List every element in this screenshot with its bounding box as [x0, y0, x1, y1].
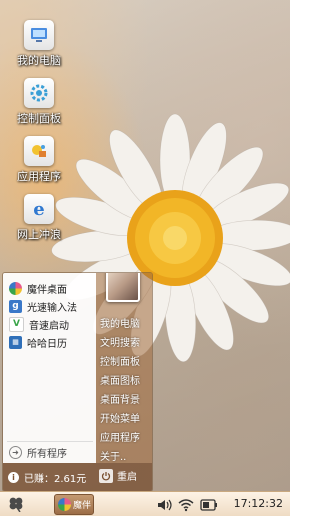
taskbar-item-label: 魔伴 — [73, 501, 92, 511]
menu-divider — [7, 441, 93, 442]
desktop-icon-my-computer[interactable]: 我的电脑 — [7, 20, 71, 68]
menu-item-search[interactable]: 文明搜索 — [100, 334, 140, 349]
program-label: 哈哈日历 — [27, 338, 67, 350]
all-programs-label: 所有程序 — [27, 449, 67, 460]
desktop-icon-control-panel[interactable]: 控制面板 — [7, 78, 71, 126]
magic-desktop-icon — [58, 498, 71, 511]
taskbar: 魔伴 17:12:32 — [0, 491, 290, 516]
volume-icon[interactable] — [157, 497, 173, 516]
desktop-icon-label: 我的电脑 — [17, 54, 61, 67]
applications-icon — [24, 136, 54, 166]
internet-browser-icon: e — [24, 194, 54, 224]
menu-item-desktop-icons[interactable]: 桌面图标 — [100, 372, 140, 387]
restart-label: 重启 — [117, 472, 137, 483]
start-menu-programs-panel: 魔伴桌面 g 光速输入法 V 音速启动 ▦ 哈哈日历 ➜ 所有程序 — [3, 273, 96, 463]
desktop-icon-label: 应用程序 — [17, 170, 61, 183]
magic-desktop-icon — [9, 281, 22, 295]
restart-button[interactable]: 重启 — [99, 468, 137, 483]
program-label: 魔伴桌面 — [27, 284, 67, 296]
taskbar-item-magic-desktop[interactable]: 魔伴 — [54, 494, 94, 515]
program-item-launcher[interactable]: V 音速启动 — [9, 316, 69, 332]
start-button[interactable] — [7, 496, 25, 513]
program-label: 光速输入法 — [27, 302, 77, 314]
desktop-icon-applications[interactable]: 应用程序 — [7, 136, 71, 184]
my-computer-icon — [24, 20, 54, 50]
desktop-icon-label: 控制面板 — [17, 112, 61, 125]
desktop-icon-internet[interactable]: e 网上冲浪 — [7, 194, 71, 242]
launcher-icon: V — [9, 316, 24, 332]
menu-item-applications[interactable]: 应用程序 — [100, 429, 140, 444]
battery-icon[interactable] — [200, 497, 218, 516]
program-item-input-method[interactable]: g 光速输入法 — [9, 298, 77, 314]
earnings-text: 已赚：2.61元 — [24, 474, 87, 485]
program-item-magic-desktop[interactable]: 魔伴桌面 — [9, 280, 67, 296]
info-icon: i — [8, 472, 19, 483]
arrow-right-icon: ➜ — [9, 446, 22, 459]
all-programs-button[interactable]: ➜ 所有程序 — [9, 445, 67, 460]
menu-item-start-menu[interactable]: 开始菜单 — [100, 410, 140, 425]
power-icon — [99, 468, 113, 483]
desktop-icon-label: 网上冲浪 — [17, 228, 61, 241]
start-menu: 魔伴桌面 g 光速输入法 V 音速启动 ▦ 哈哈日历 ➜ 所有程序 我的电脑 文… — [2, 272, 153, 492]
earnings-status: i 已赚：2.61元 — [8, 470, 86, 485]
menu-item-about[interactable]: 关于.. — [100, 448, 126, 463]
control-panel-icon — [24, 78, 54, 108]
menu-item-my-computer[interactable]: 我的电脑 — [100, 315, 140, 330]
start-clover-icon — [9, 497, 23, 513]
program-label: 音速启动 — [29, 320, 69, 332]
user-avatar[interactable] — [106, 273, 140, 302]
taskbar-clock[interactable]: 17:12:32 — [234, 497, 283, 510]
program-item-calendar[interactable]: ▦ 哈哈日历 — [9, 334, 67, 350]
calendar-icon: ▦ — [9, 335, 22, 349]
menu-item-desktop-background[interactable]: 桌面背景 — [100, 391, 140, 406]
start-menu-footer: i 已赚：2.61元 重启 — [3, 463, 152, 491]
input-method-icon: g — [9, 299, 22, 313]
menu-item-control-panel[interactable]: 控制面板 — [100, 353, 140, 368]
wifi-icon[interactable] — [178, 497, 194, 516]
